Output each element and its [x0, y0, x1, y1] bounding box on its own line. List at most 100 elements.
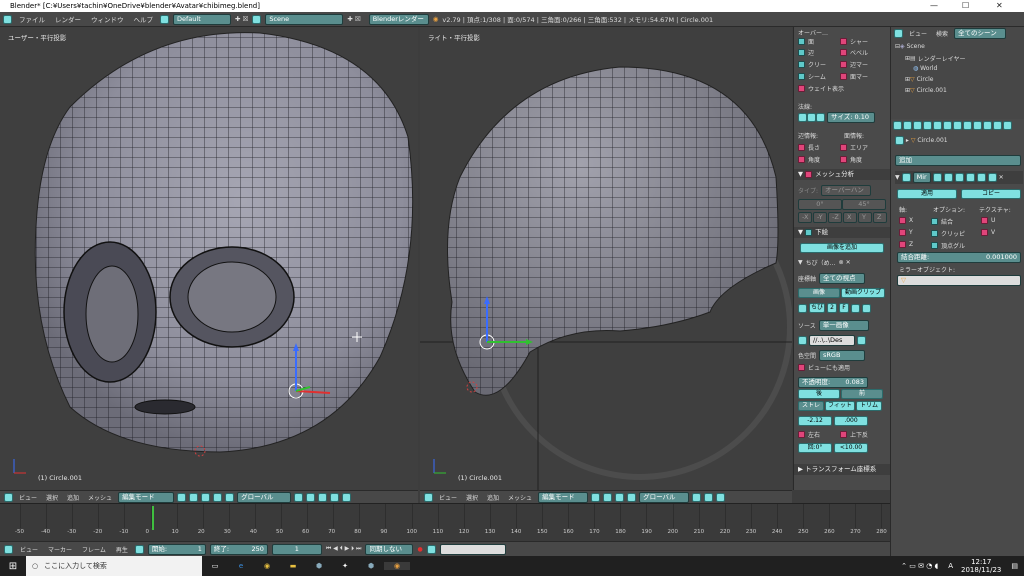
tray-icons[interactable]: ⌃ ▭ ✉ ◔ ◖ — [901, 562, 938, 570]
outliner-item-scene[interactable]: ⊟ ◈ Scene — [895, 43, 925, 50]
keying-set-field[interactable] — [439, 543, 506, 555]
outliner-item-renderlayers[interactable]: ⊞ ▤ レンダーレイヤー — [905, 54, 965, 63]
ime-indicator[interactable]: A — [948, 562, 953, 570]
axis-neg-x[interactable]: -X — [798, 212, 812, 223]
face-normal-icon[interactable] — [816, 113, 825, 122]
close-button[interactable]: ✕ — [996, 0, 1003, 12]
edge-browser-icon[interactable]: e — [228, 562, 254, 570]
edge-select-icon[interactable] — [306, 492, 316, 502]
steam-icon-2[interactable]: ⬢ — [358, 562, 384, 570]
notifications-icon[interactable]: ▤ — [1011, 562, 1018, 570]
mesh-analysis-header[interactable]: ▼ メッシュ分析 — [794, 169, 890, 180]
analysis-type-select[interactable]: オーバーハン — [821, 185, 872, 196]
record-icon[interactable]: ● — [417, 546, 422, 553]
overlay-edges[interactable]: 辺 — [798, 48, 814, 57]
image-tab-users[interactable]: 2 — [827, 303, 837, 313]
depth-front-button[interactable]: 前 — [841, 389, 883, 399]
viewport-toggle-icon[interactable] — [943, 173, 953, 182]
copy-button[interactable]: コピー — [961, 189, 1021, 199]
menu-select[interactable]: 選択 — [43, 493, 61, 502]
timeline-area[interactable]: -50 -40 -30 -20 -10 0 10 20 30 40 50 60 70 80 90 100 110… — [0, 503, 890, 541]
add-image-button[interactable]: 画像を追加 — [800, 243, 884, 253]
physics-tab-icon[interactable] — [1003, 121, 1012, 130]
image-entry-row[interactable]: ▼ ちび（め… ⊗ ✕ — [798, 258, 851, 267]
world-tab-icon[interactable] — [923, 121, 932, 130]
offset-x-field[interactable]: -2.12 — [798, 416, 832, 426]
opacity-slider[interactable]: 不透明度: 0.083 — [798, 377, 868, 388]
add-modifier-select[interactable]: 追加 — [895, 155, 1021, 166]
move-up-icon[interactable] — [976, 173, 986, 182]
mirror-v-toggle[interactable]: V — [981, 229, 995, 236]
outliner-item-circle001[interactable]: ⊞ ▽ Circle.001 — [905, 87, 947, 94]
cage-toggle-icon[interactable] — [965, 173, 975, 182]
offset-y-field[interactable]: .000 — [834, 416, 868, 426]
menu-file[interactable]: ファイル — [16, 14, 48, 24]
vertex-select-icon[interactable] — [692, 492, 702, 502]
end-frame-field[interactable]: 終了: 250 — [209, 543, 268, 555]
axis-neg-z[interactable]: -Z — [828, 212, 842, 223]
image-type-button[interactable]: 画像 — [798, 288, 840, 298]
blender-taskbar-icon[interactable]: ◉ — [384, 562, 410, 570]
vertex-normal-icon[interactable] — [798, 113, 807, 122]
constraints-tab-icon[interactable] — [943, 121, 952, 130]
normals-size-field[interactable]: サイズ: 0.10 — [827, 112, 875, 123]
vertex-groups-toggle[interactable]: 頂点グル — [931, 241, 965, 250]
remove-modifier-icon[interactable]: ✕ — [999, 174, 1004, 181]
edge-angle-toggle[interactable]: 角度 — [798, 155, 820, 164]
modifiers-tab-icon[interactable] — [953, 121, 962, 130]
particles-tab-icon[interactable] — [993, 121, 1002, 130]
editmode-toggle-icon[interactable] — [954, 173, 964, 182]
keying-set-icon[interactable] — [426, 544, 436, 554]
menu-view[interactable]: ビュー — [16, 493, 40, 502]
preview-range-icon[interactable] — [134, 544, 144, 554]
apply-button[interactable]: 適用 — [897, 189, 957, 199]
viewport-right-ortho[interactable]: ライト・平行投影 (1) Circle.001 — [420, 27, 792, 490]
chrome-icon[interactable]: ◉ — [254, 562, 280, 570]
current-frame-marker[interactable] — [152, 506, 154, 530]
mesh-front-view[interactable] — [0, 27, 418, 490]
sync-select[interactable]: 同期しない — [365, 543, 414, 555]
edge-length-toggle[interactable]: 長さ — [798, 143, 820, 152]
render-tab-icon[interactable] — [893, 121, 902, 130]
manipulator-icon[interactable] — [201, 492, 211, 502]
editor-type-icon[interactable] — [3, 14, 12, 24]
mesh-side-view[interactable] — [420, 27, 792, 490]
layout-select[interactable]: Default — [173, 13, 231, 25]
outliner-editor-icon[interactable] — [894, 29, 903, 38]
clipping-toggle[interactable]: クリッピ — [931, 229, 965, 238]
start-frame-field[interactable]: 開始: 1 — [147, 543, 206, 555]
axis-y[interactable]: Y — [858, 212, 872, 223]
overlay-seams[interactable]: シーム — [798, 72, 826, 81]
timeline-editor-icon[interactable] — [4, 544, 13, 554]
menu-window[interactable]: ウィンドウ — [88, 14, 127, 24]
depth-back-button[interactable]: 後 — [798, 389, 840, 399]
app-icon[interactable]: ✦ — [332, 562, 358, 570]
image-tab-fake[interactable]: F — [839, 303, 849, 313]
viewport-user-ortho[interactable]: ユーザー・平行投影 (1) Circle.001 — [0, 27, 418, 490]
face-angle-toggle[interactable]: 角度 — [840, 155, 862, 164]
view3d-editor-icon[interactable] — [424, 492, 433, 502]
stretch-button[interactable]: ストレ — [798, 401, 824, 411]
menu-add[interactable]: 追加 — [484, 493, 502, 502]
object-tab-icon[interactable] — [933, 121, 942, 130]
merge-distance-field[interactable]: 結合距離: 0.001000 — [897, 252, 1021, 263]
material-tab-icon[interactable] — [973, 121, 982, 130]
clock[interactable]: 12:17 2018/11/23 — [961, 558, 1001, 574]
file-explorer-icon[interactable]: ▬ — [280, 562, 306, 570]
face-select-icon[interactable] — [716, 492, 726, 502]
manipulator-icon[interactable] — [615, 492, 625, 502]
menu-frame[interactable]: フレーム — [79, 545, 109, 554]
view3d-editor-icon[interactable] — [4, 492, 13, 502]
weight-display-toggle[interactable]: ウェイト表示 — [798, 84, 844, 93]
rotate-icon[interactable] — [225, 492, 235, 502]
vertex-select-icon[interactable] — [294, 492, 304, 502]
transform-orientation-header[interactable]: ▶ トランスフォーム座標系 — [794, 464, 890, 475]
mirror-axis-x[interactable]: X — [899, 217, 913, 224]
steam-icon[interactable]: ⬢ — [306, 562, 332, 570]
menu-view[interactable]: ビュー — [17, 545, 41, 554]
layout-add-icon[interactable]: ✚ ☒ — [235, 15, 248, 23]
scene-select[interactable]: Scene — [265, 13, 344, 25]
texture-tab-icon[interactable] — [983, 121, 992, 130]
menu-search[interactable]: 検索 — [933, 29, 951, 38]
image-browse-icon[interactable] — [798, 303, 807, 313]
